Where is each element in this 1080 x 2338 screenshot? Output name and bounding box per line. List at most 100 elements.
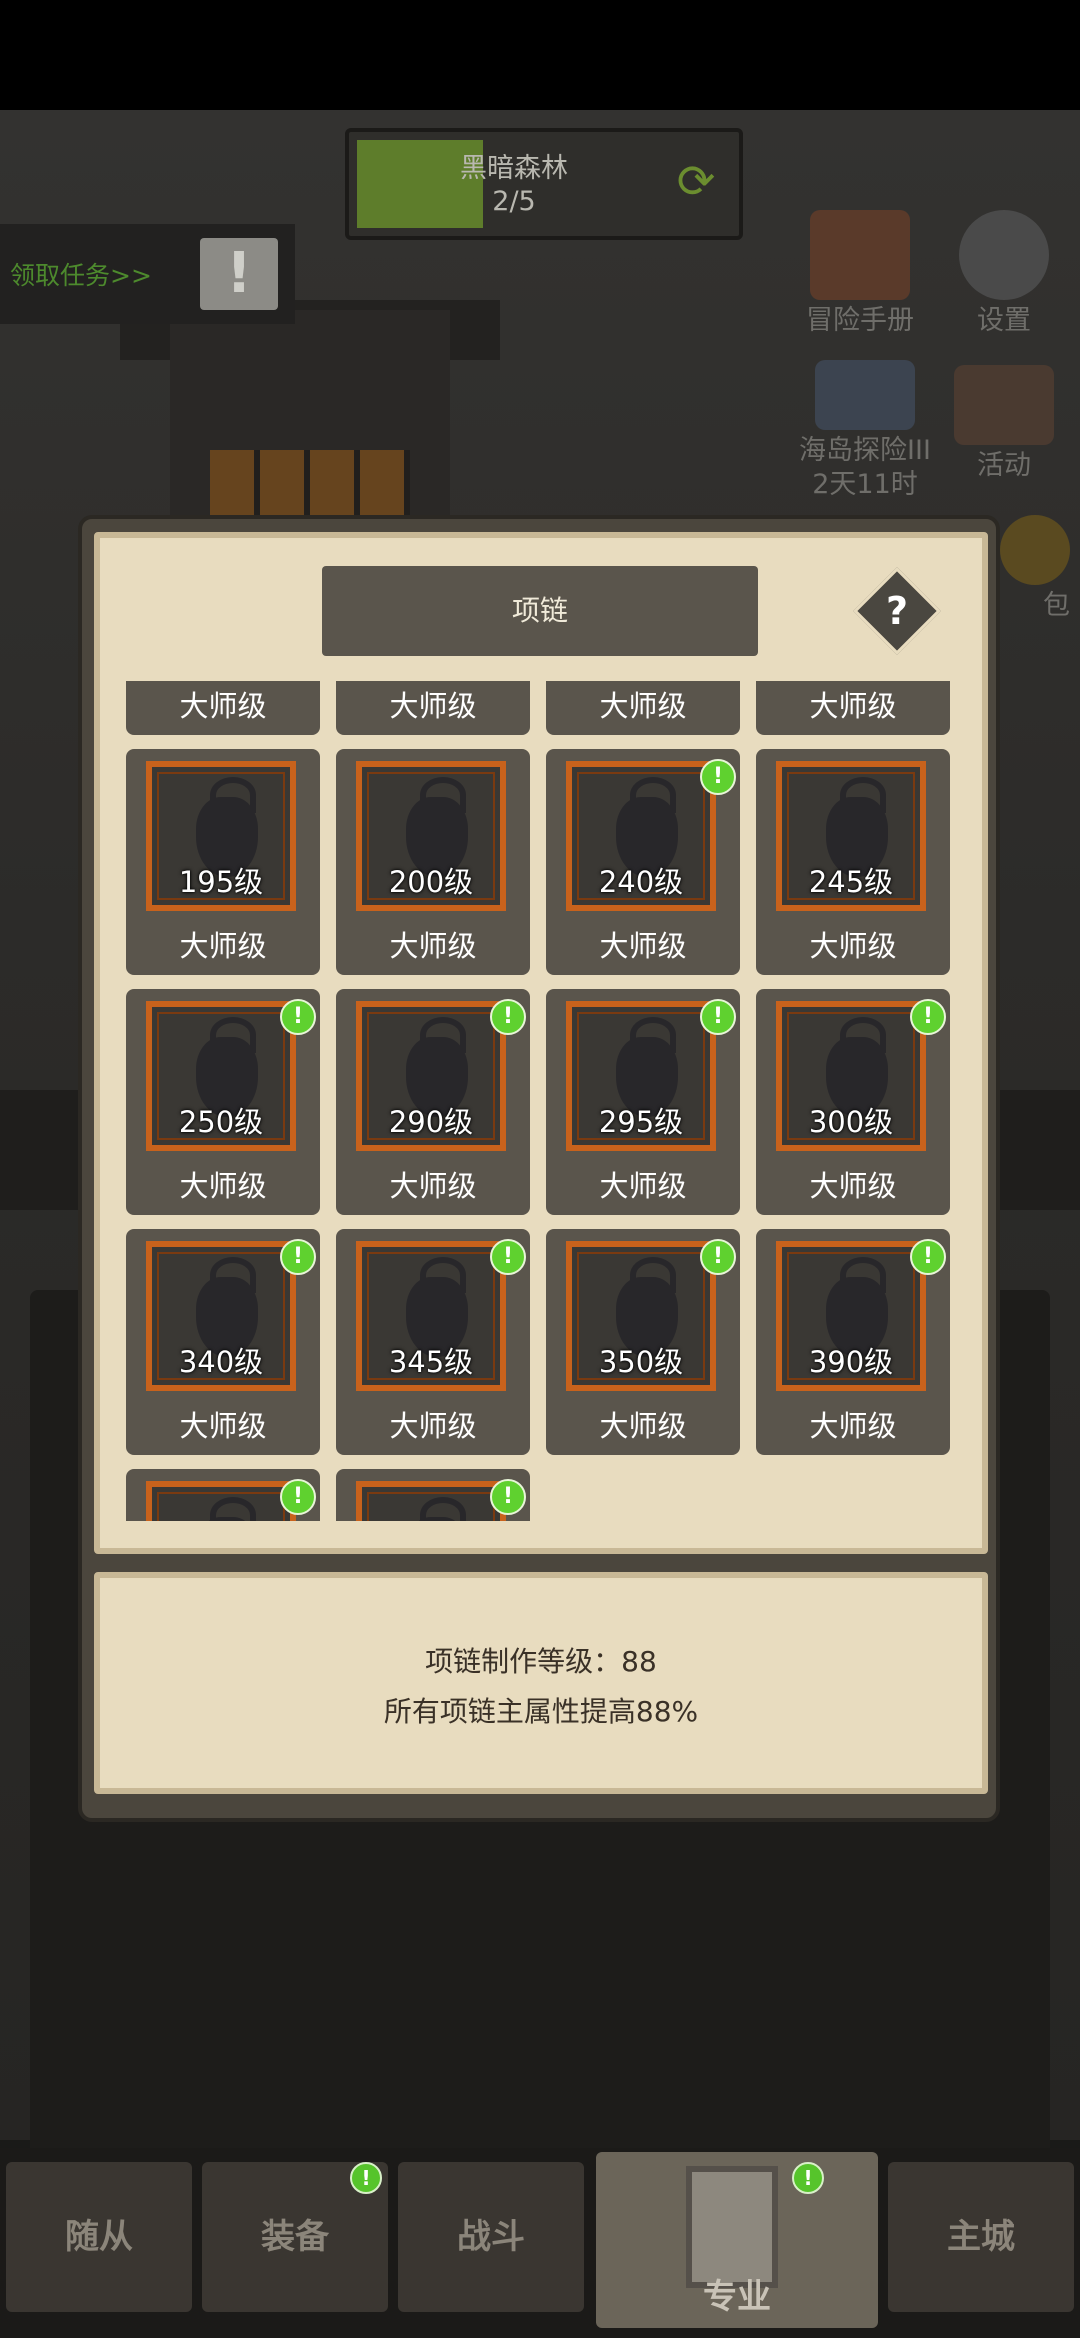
necklace-icon xyxy=(196,1497,258,1521)
adventure-book-label: 冒险手册 xyxy=(806,305,914,336)
necklace-level: 195级 xyxy=(178,865,264,899)
necklace-level: 350级 xyxy=(598,1345,684,1379)
necklace-cell[interactable]: 大师级 xyxy=(546,681,740,735)
necklace-cell[interactable]: ! xyxy=(336,1469,530,1521)
refresh-icon[interactable]: ⟳ xyxy=(669,154,723,208)
new-badge-icon: ! xyxy=(700,999,736,1035)
necklace-level: 250级 xyxy=(178,1105,264,1139)
area-name: 黑暗森林 xyxy=(460,153,568,184)
new-badge-icon: ! xyxy=(700,1239,736,1275)
attribute-bonus-text: 所有项链主属性提高88% xyxy=(383,1695,699,1728)
necklace-level: 390级 xyxy=(808,1345,894,1379)
necklace-cell[interactable]: 290级大师级! xyxy=(336,989,530,1215)
necklace-cell[interactable]: 295级大师级! xyxy=(546,989,740,1215)
quest-label: 领取任务>> xyxy=(10,261,152,290)
necklace-level: 300级 xyxy=(808,1105,894,1139)
necklace-level: 345级 xyxy=(388,1345,474,1379)
necklace-tier: 大师级 xyxy=(809,689,897,723)
settings-label: 设置 xyxy=(977,305,1031,336)
necklace-tier: 大师级 xyxy=(599,1169,687,1203)
necklace-level: 240级 xyxy=(598,865,684,899)
tab-battle-label: 战斗 xyxy=(457,2217,525,2257)
necklace-grid[interactable]: 大师级 大师级 大师级 大师级 195级 大师级 200级 大师级 240级 大师级! 245级 大师… xyxy=(126,681,956,1521)
new-badge-icon: ! xyxy=(700,759,736,795)
question-icon: ? xyxy=(885,589,909,633)
island-adventure-label: 海岛探险III xyxy=(799,435,931,466)
necklace-cell[interactable]: 250级大师级! xyxy=(126,989,320,1215)
new-badge-icon: ! xyxy=(490,999,526,1035)
status-bar xyxy=(0,0,1080,110)
adventure-book-button[interactable]: 冒险手册 xyxy=(800,210,920,338)
book-icon xyxy=(810,210,910,300)
craft-level-text: 项链制作等级：88 xyxy=(425,1645,657,1678)
info-panel: 项链制作等级：88 所有项链主属性提高88% xyxy=(94,1572,988,1794)
necklace-tier: 大师级 xyxy=(599,929,687,963)
new-badge-icon: ! xyxy=(490,1479,526,1515)
exclamation-icon: ! xyxy=(200,238,278,310)
profession-badge-icon: ! xyxy=(792,2162,824,2194)
necklace-level: 290级 xyxy=(388,1105,474,1139)
necklace-cell[interactable]: 大师级 xyxy=(126,681,320,735)
dialog-title-plate: 项链 xyxy=(322,566,758,656)
activity-label: 活动 xyxy=(977,450,1031,481)
activity-button[interactable]: 活动 xyxy=(944,365,1064,483)
necklace-tier: 大师级 xyxy=(179,929,267,963)
necklace-cell[interactable]: 390级大师级! xyxy=(756,1229,950,1455)
necklace-cell[interactable]: 大师级 xyxy=(756,681,950,735)
tab-main-city-label: 主城 xyxy=(947,2217,1015,2257)
necklace-level: 340级 xyxy=(178,1345,264,1379)
new-badge-icon: ! xyxy=(910,1239,946,1275)
quest-button[interactable]: 领取任务>> ! xyxy=(0,224,295,324)
necklace-cell[interactable]: ! xyxy=(126,1469,320,1521)
necklace-cell[interactable]: 245级大师级 xyxy=(756,749,950,975)
necklace-tier: 大师级 xyxy=(809,1409,897,1443)
necklace-tier: 大师级 xyxy=(179,689,267,723)
bag-button[interactable]: 包 xyxy=(990,515,1080,623)
necklace-cell[interactable]: 345级大师级! xyxy=(336,1229,530,1455)
necklace-tier: 大师级 xyxy=(389,1169,477,1203)
new-badge-icon: ! xyxy=(490,1239,526,1275)
tab-followers-label: 随从 xyxy=(65,2217,133,2257)
necklace-tier: 大师级 xyxy=(809,929,897,963)
necklace-level: 295级 xyxy=(598,1105,684,1139)
tab-profession-label: 专业 xyxy=(703,2277,771,2317)
island-adventure-timer: 2天11时 xyxy=(812,469,918,500)
bottom-nav: 随从 装备 战斗 专业 主城 ! ! xyxy=(0,2148,1080,2338)
dialog-title: 项链 xyxy=(511,594,568,627)
tab-followers[interactable]: 随从 xyxy=(6,2162,192,2312)
necklace-tier: 大师级 xyxy=(599,1409,687,1443)
necklace-tier: 大师级 xyxy=(389,689,477,723)
bag-label: 包 xyxy=(1043,590,1070,621)
necklace-cell[interactable]: 200级大师级 xyxy=(336,749,530,975)
new-badge-icon: ! xyxy=(280,999,316,1035)
necklace-tier: 大师级 xyxy=(599,689,687,723)
area-progress[interactable]: 黑暗森林 2/5 ⟳ xyxy=(345,128,743,240)
settings-button[interactable]: 设置 xyxy=(944,210,1064,338)
profession-icon xyxy=(686,2166,778,2288)
tab-main-city[interactable]: 主城 xyxy=(888,2162,1074,2312)
island-adventure-button[interactable]: 海岛探险III 2天11时 xyxy=(790,360,940,502)
new-badge-icon: ! xyxy=(280,1239,316,1275)
necklace-icon xyxy=(406,1497,468,1521)
necklace-frame xyxy=(356,1481,506,1521)
tab-battle[interactable]: 战斗 xyxy=(398,2162,584,2312)
new-badge-icon: ! xyxy=(280,1479,316,1515)
bag-icon xyxy=(1000,515,1070,585)
tab-profession[interactable]: 专业 xyxy=(596,2152,878,2328)
necklace-cell[interactable]: 300级 大师级! xyxy=(756,989,950,1215)
necklace-cell[interactable]: 340级大师级! xyxy=(126,1229,320,1455)
necklace-tier: 大师级 xyxy=(389,929,477,963)
necklace-cell[interactable]: 240级大师级! xyxy=(546,749,740,975)
necklace-cell[interactable]: 350级大师级! xyxy=(546,1229,740,1455)
necklace-tier: 大师级 xyxy=(179,1409,267,1443)
necklace-cell[interactable]: 大师级 xyxy=(336,681,530,735)
necklace-tier: 大师级 xyxy=(809,1169,897,1203)
necklace-tier: 大师级 xyxy=(389,1409,477,1443)
anchor-icon xyxy=(815,360,915,430)
necklace-level: 245级 xyxy=(808,865,894,899)
necklace-cell[interactable]: 195级大师级 xyxy=(126,749,320,975)
gear-icon xyxy=(959,210,1049,300)
necklace-level: 200级 xyxy=(388,865,474,899)
area-progress-count: 2/5 xyxy=(492,186,536,217)
necklace-tier: 大师级 xyxy=(179,1169,267,1203)
